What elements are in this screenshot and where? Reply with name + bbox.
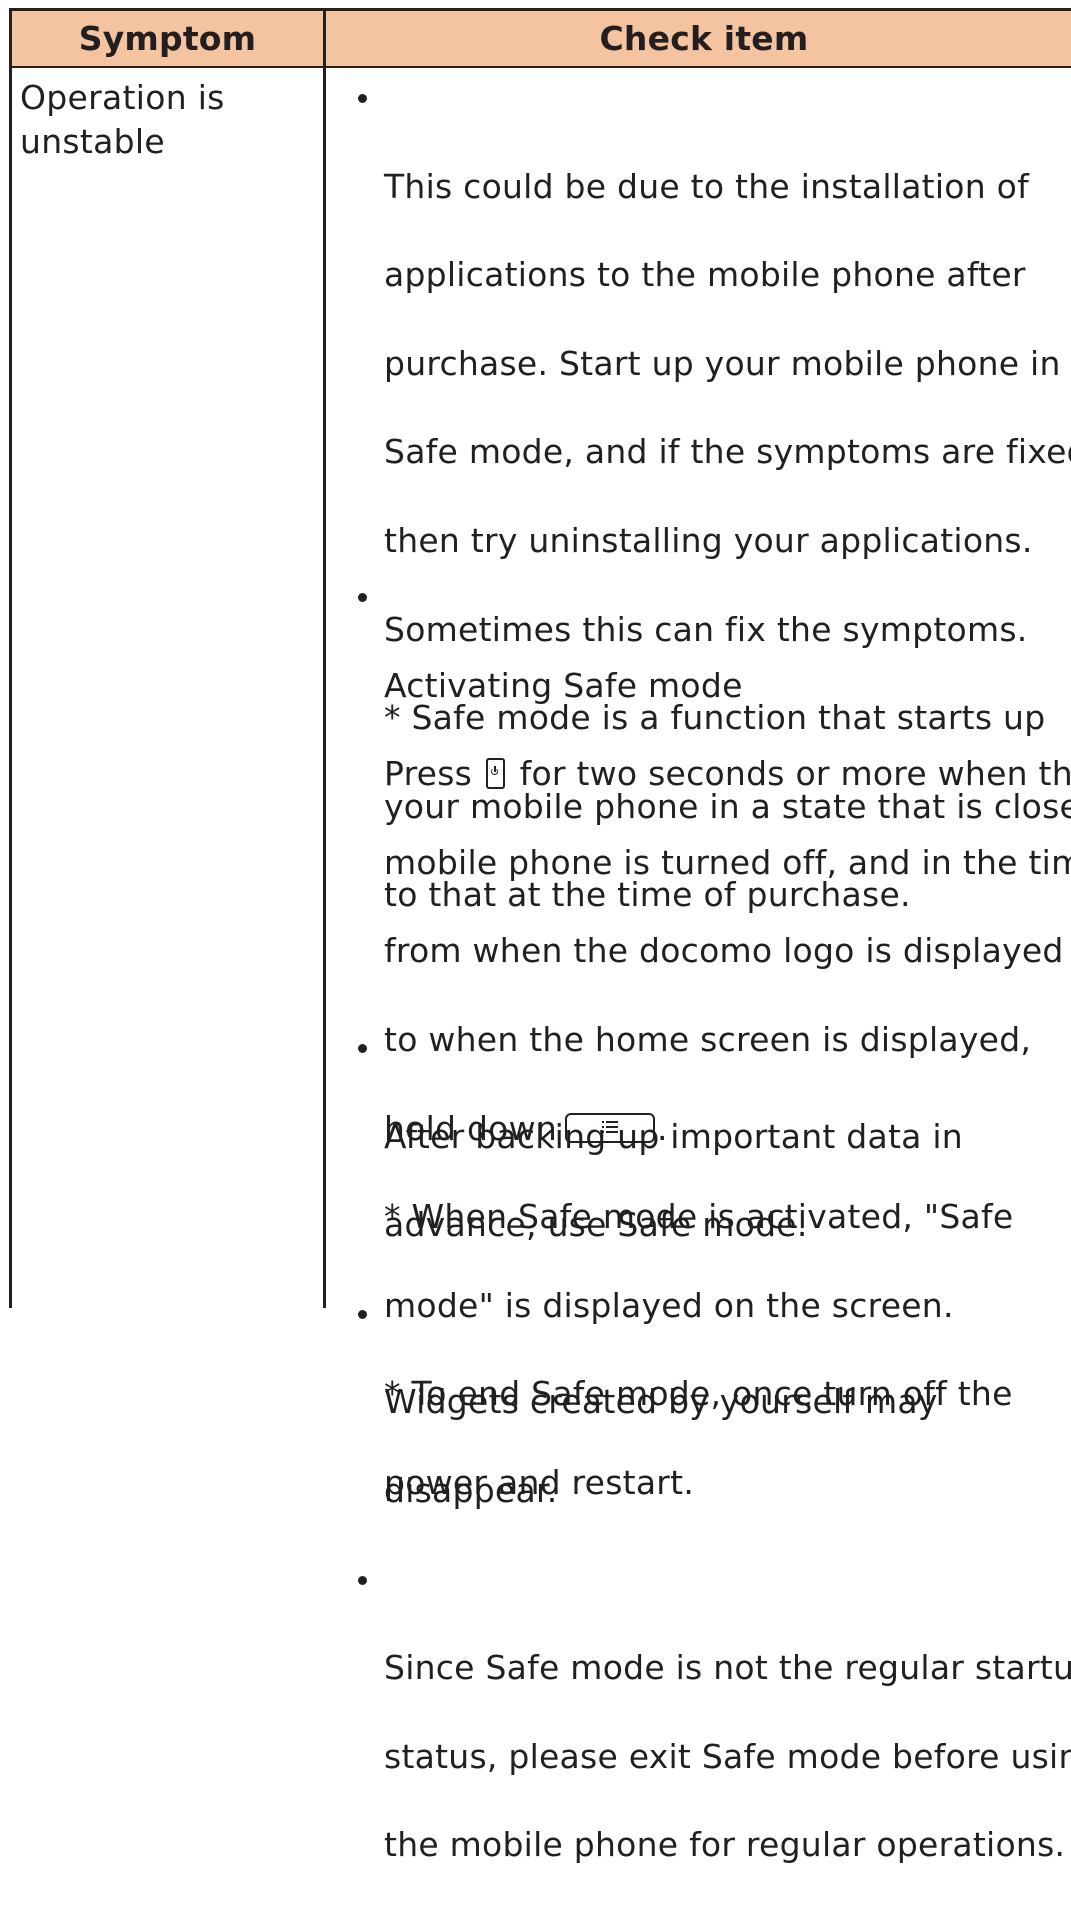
check-item-line: Safe mode, and if the symptoms are fixed… (384, 432, 1071, 472)
safe-mode-title: Activating Safe mode (384, 665, 743, 705)
bullet-icon (358, 1309, 367, 1319)
check-item-line: After backing up important data in (384, 1116, 963, 1156)
press-instruction-line: Press for two seconds or more when the (384, 752, 1071, 796)
press-suffix: for two seconds or more when the (519, 754, 1071, 794)
check-item-cell: This could be due to the installation of… (326, 68, 1071, 1864)
press-prefix: Press (384, 754, 473, 794)
check-item-line: applications to the mobile phone after (384, 255, 1026, 295)
check-item-column-header: Check item (599, 19, 809, 58)
table-row: Operation is unstable This could be due … (12, 68, 1071, 1864)
check-item-line: This could be due to the installation of (384, 166, 1029, 206)
check-item-line: disappear. (384, 1470, 558, 1510)
check-item-line: purchase. Start up your mobile phone in (384, 343, 1061, 383)
check-item-bullet: After backing up important data in advan… (326, 1026, 1071, 1292)
check-item-group: After backing up important data in advan… (326, 1026, 1071, 1912)
symptom-cell: Operation is unstable (12, 68, 326, 1308)
check-item-line: the mobile phone for regular operations. (384, 1825, 1066, 1865)
check-item-table: Symptom Check item Operation is unstable… (9, 8, 1071, 1864)
bullet-icon (358, 1044, 367, 1053)
check-item-line: status, please exit Safe mode before usi… (384, 1736, 1071, 1776)
check-item-line: mobile phone is turned off, and in the t… (384, 842, 1071, 882)
check-item-line: Widgets created by yourself may (384, 1382, 938, 1422)
table-header-row: Symptom Check item (12, 11, 1071, 68)
check-item-bullet: Widgets created by yourself may disappea… (326, 1292, 1071, 1558)
bullet-icon (358, 1575, 367, 1585)
bullet-icon (358, 94, 367, 103)
check-item-line: then try uninstalling your applications. (384, 520, 1033, 560)
check-item-line: Since Safe mode is not the regular start… (384, 1648, 1071, 1688)
check-item-line: advance, use Safe mode. (384, 1205, 808, 1245)
power-key-icon (485, 758, 505, 790)
check-item-bullet: Since Safe mode is not the regular start… (326, 1558, 1071, 1912)
bullet-icon (358, 593, 367, 602)
check-item-line: from when the docomo logo is displayed (384, 931, 1064, 971)
symptom-column-header: Symptom (12, 11, 326, 66)
